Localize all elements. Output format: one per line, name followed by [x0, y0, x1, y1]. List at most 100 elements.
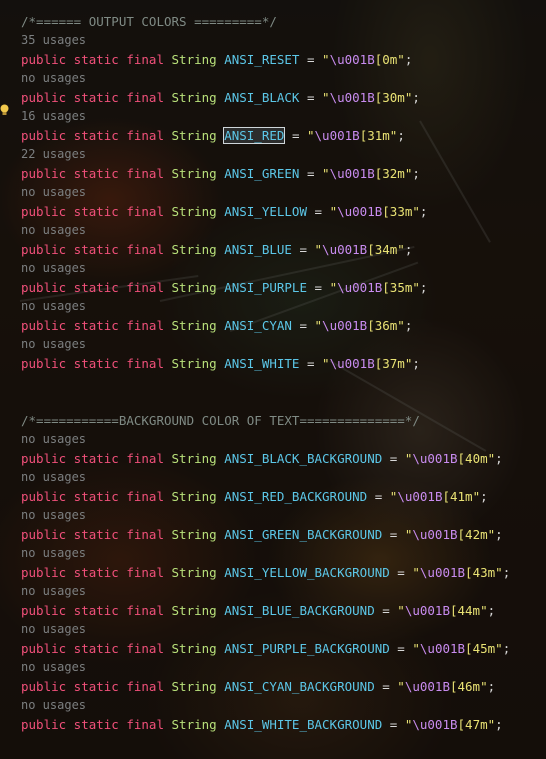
type-keyword: String — [171, 128, 225, 143]
escape-sequence: \u001B — [314, 128, 360, 143]
usages-hint[interactable]: no usages — [21, 297, 86, 316]
type-keyword: String — [171, 52, 225, 67]
string-quote: " — [397, 679, 405, 694]
assignment-operator: = — [382, 717, 405, 732]
fg-declaration-ansi_reset[interactable]: public static final String ANSI_RESET = … — [21, 50, 412, 69]
string-quote: " — [329, 204, 338, 219]
assignment-operator: = — [307, 204, 330, 219]
section-comment-background-colors[interactable]: /*===========BACKGROUND COLOR OF TEXT===… — [21, 411, 420, 430]
assignment-operator: = — [284, 128, 307, 143]
usages-hint[interactable]: no usages — [21, 430, 86, 449]
section-comment-output-colors[interactable]: /*====== OUTPUT COLORS =========*/ — [21, 12, 277, 31]
modifier-keywords: public static final — [21, 204, 172, 219]
bg-declaration-ansi_green_background[interactable]: public static final String ANSI_GREEN_BA… — [21, 525, 503, 544]
modifier-keywords: public static final — [21, 565, 172, 580]
usages-hint[interactable]: 35 usages — [21, 31, 86, 50]
usages-hint[interactable]: no usages — [21, 620, 86, 639]
usages-hint[interactable]: no usages — [21, 183, 86, 202]
bg-declaration-ansi_white_background[interactable]: public static final String ANSI_WHITE_BA… — [21, 715, 503, 734]
type-keyword: String — [171, 356, 225, 371]
escape-sequence: \u001B — [322, 242, 368, 257]
modifier-keywords: public static final — [21, 280, 172, 295]
type-keyword: String — [171, 204, 225, 219]
semicolon: ; — [412, 90, 420, 105]
string-quote: " — [314, 242, 323, 257]
string-quote: " — [322, 356, 330, 371]
usages-hint[interactable]: no usages — [21, 544, 86, 563]
fg-declaration-ansi_green[interactable]: public static final String ANSI_GREEN = … — [21, 164, 420, 183]
string-literal: [43m" — [465, 565, 503, 580]
fg-declaration-ansi_purple[interactable]: public static final String ANSI_PURPLE =… — [21, 278, 427, 297]
constant-identifier: ANSI_YELLOW_BACKGROUND — [224, 565, 390, 580]
bg-declaration-ansi_red_background[interactable]: public static final String ANSI_RED_BACK… — [21, 487, 488, 506]
semicolon: ; — [419, 280, 428, 295]
usages-hint[interactable]: 22 usages — [21, 145, 86, 164]
fg-declaration-ansi_blue[interactable]: public static final String ANSI_BLUE = "… — [21, 240, 412, 259]
usages-hint[interactable]: no usages — [21, 221, 86, 240]
string-literal: [47m" — [457, 717, 496, 732]
semicolon: ; — [495, 717, 503, 732]
constant-identifier: ANSI_BLUE_BACKGROUND — [224, 603, 375, 618]
constant-identifier: ANSI_RED — [223, 127, 286, 144]
fg-declaration-ansi_white[interactable]: public static final String ANSI_WHITE = … — [21, 354, 420, 373]
escape-sequence: \u001B — [337, 280, 383, 295]
constant-identifier: ANSI_PURPLE_BACKGROUND — [224, 641, 390, 656]
usages-hint[interactable]: no usages — [21, 468, 86, 487]
assignment-operator: = — [299, 166, 323, 181]
constant-identifier: ANSI_BLACK — [224, 90, 300, 105]
semicolon: ; — [412, 166, 420, 181]
string-quote: " — [329, 280, 338, 295]
string-literal: [34m" — [367, 242, 405, 257]
escape-sequence: \u001B — [404, 603, 450, 618]
constant-identifier: ANSI_WHITE_BACKGROUND — [224, 717, 383, 732]
bg-declaration-ansi_yellow_background[interactable]: public static final String ANSI_YELLOW_B… — [21, 563, 510, 582]
escape-sequence: \u001B — [397, 489, 443, 504]
constant-identifier: ANSI_CYAN — [224, 318, 292, 333]
string-quote: " — [322, 166, 330, 181]
escape-sequence: \u001B — [329, 90, 375, 105]
modifier-keywords: public static final — [21, 128, 172, 143]
string-literal: [36m" — [367, 318, 405, 333]
bg-declaration-ansi_cyan_background[interactable]: public static final String ANSI_CYAN_BAC… — [21, 677, 495, 696]
type-keyword: String — [171, 565, 225, 580]
semicolon: ; — [404, 318, 413, 333]
fg-declaration-ansi_black[interactable]: public static final String ANSI_BLACK = … — [21, 88, 420, 107]
string-literal: [41m" — [442, 489, 481, 504]
string-literal: [40m" — [457, 451, 496, 466]
string-literal: [35m" — [382, 280, 420, 295]
semicolon: ; — [419, 204, 428, 219]
usages-hint[interactable]: 16 usages — [21, 107, 86, 126]
usages-hint[interactable]: no usages — [21, 259, 86, 278]
string-quote: " — [412, 565, 420, 580]
bg-declaration-ansi_purple_background[interactable]: public static final String ANSI_PURPLE_B… — [21, 639, 510, 658]
fg-declaration-ansi_cyan[interactable]: public static final String ANSI_CYAN = "… — [21, 316, 412, 335]
string-literal: [46m" — [449, 679, 488, 694]
constant-identifier: ANSI_GREEN_BACKGROUND — [224, 527, 383, 542]
usages-hint[interactable]: no usages — [21, 335, 86, 354]
usages-hint[interactable]: no usages — [21, 658, 86, 677]
string-quote: " — [314, 318, 323, 333]
type-keyword: String — [171, 641, 225, 656]
fg-declaration-ansi_yellow[interactable]: public static final String ANSI_YELLOW =… — [21, 202, 427, 221]
modifier-keywords: public static final — [21, 166, 172, 181]
usages-hint[interactable]: no usages — [21, 69, 86, 88]
type-keyword: String — [171, 166, 225, 181]
modifier-keywords: public static final — [21, 242, 172, 257]
bg-declaration-ansi_blue_background[interactable]: public static final String ANSI_BLUE_BAC… — [21, 601, 495, 620]
usages-hint[interactable]: no usages — [21, 506, 86, 525]
constant-identifier: ANSI_CYAN_BACKGROUND — [224, 679, 375, 694]
modifier-keywords: public static final — [21, 679, 172, 694]
string-quote: " — [322, 90, 330, 105]
string-literal: [45m" — [465, 641, 503, 656]
string-literal: [0m" — [374, 52, 405, 67]
fg-declaration-ansi_red[interactable]: public static final String ANSI_RED = "\… — [21, 126, 405, 145]
assignment-operator: = — [374, 603, 398, 618]
usages-hint[interactable]: no usages — [21, 582, 86, 601]
lightbulb-icon[interactable] — [0, 104, 9, 116]
bg-declaration-ansi_black_background[interactable]: public static final String ANSI_BLACK_BA… — [21, 449, 503, 468]
constant-identifier: ANSI_YELLOW — [224, 204, 307, 219]
constant-identifier: ANSI_RESET — [224, 52, 300, 67]
usages-hint[interactable]: no usages — [21, 696, 86, 715]
modifier-keywords: public static final — [21, 52, 172, 67]
semicolon: ; — [495, 527, 503, 542]
